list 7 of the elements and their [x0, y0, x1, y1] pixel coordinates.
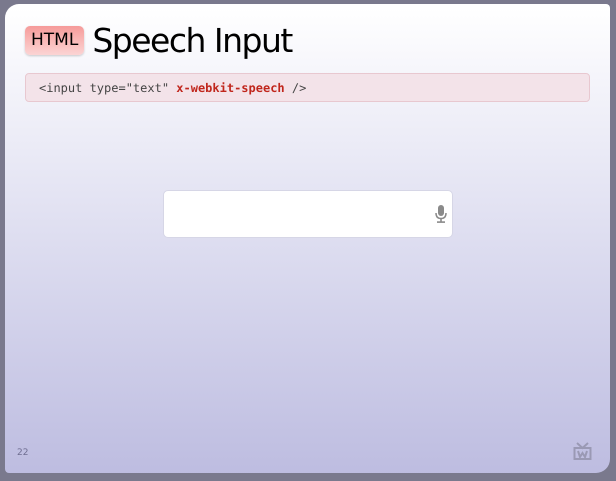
page-number: 22 — [17, 446, 28, 460]
microphone-icon[interactable] — [434, 205, 446, 223]
tv-logo-icon — [573, 442, 592, 460]
slide-title: Speech Input — [92, 24, 292, 57]
speech-input-field[interactable] — [162, 190, 452, 238]
html-badge: HTML — [25, 26, 84, 56]
code-snippet: <input type="text" x-webkit-speech /> — [25, 73, 590, 102]
